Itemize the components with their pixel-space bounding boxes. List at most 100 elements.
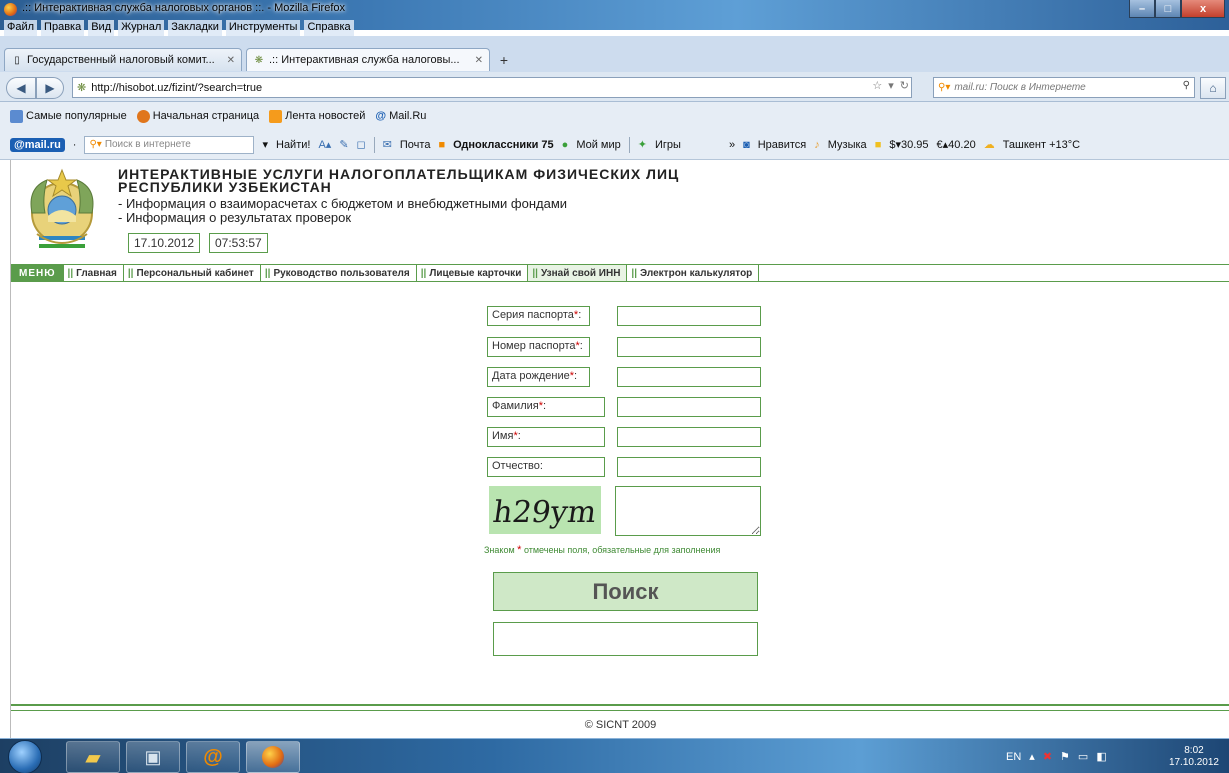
passport-number-input[interactable] <box>617 337 761 357</box>
bookmark-mailru[interactable]: @ Mail.Ru <box>375 110 426 122</box>
mailru-search-icon: ⚲▾ <box>89 139 102 150</box>
captcha-input[interactable] <box>615 486 761 536</box>
close-icon[interactable]: ✕ <box>227 55 235 66</box>
search-box[interactable]: ⚲▾ mail.ru: Поиск в Интернете ⚲ <box>933 77 1195 98</box>
menu-item-label: Электрон калькулятор <box>640 267 753 279</box>
birth-date-input[interactable] <box>617 367 761 387</box>
result-box <box>493 622 758 656</box>
home-icon: ⌂ <box>1209 81 1217 95</box>
overflow-chevron-icon[interactable]: » <box>729 139 735 151</box>
inn-search-form: Серия паспорта*: Номер паспорта*: Дата р… <box>11 282 1229 706</box>
taskbar-mailru-agent[interactable]: @ <box>186 741 240 773</box>
menu-item-find-inn[interactable]: || Узнай свой ИНН <box>528 265 628 281</box>
bookmark-start-page[interactable]: Начальная страница <box>136 109 260 123</box>
network-icon[interactable]: ▭ <box>1078 750 1088 763</box>
weather-icon: ☁ <box>983 139 995 151</box>
close-button[interactable]: x <box>1181 0 1225 18</box>
page-icon: ▯ <box>14 54 20 66</box>
patronymic-input[interactable] <box>617 457 761 477</box>
name-input[interactable] <box>617 427 761 447</box>
clock[interactable]: 8:02 17.10.2012 <box>1169 745 1219 769</box>
forward-button[interactable]: ▶ <box>36 77 64 99</box>
copyright-text: © SICNT 2009 <box>584 718 657 731</box>
firefox-icon <box>4 3 17 16</box>
odnoklassniki-icon: ■ <box>438 138 446 151</box>
dropdown-icon[interactable]: ▾ <box>888 79 894 92</box>
menu-file[interactable]: Файл <box>4 20 38 36</box>
taskbar-firefox[interactable] <box>246 741 300 773</box>
magnifier-icon[interactable]: ⚲ <box>1183 80 1190 91</box>
eur-rate[interactable]: €▴40.20 <box>937 138 976 151</box>
passport-series-input[interactable] <box>617 306 761 326</box>
url-bar[interactable]: ❋ http://hisobot.uz/fizint/?search=true … <box>72 77 912 98</box>
minimize-button[interactable]: – <box>1129 0 1155 18</box>
surname-input[interactable] <box>617 397 761 417</box>
mailru-search-input[interactable]: ⚲▾ Поиск в интернете <box>84 135 255 154</box>
find-button[interactable]: Найти! <box>276 139 310 151</box>
tab-label: Государственный налоговый комит... <box>27 54 215 66</box>
start-button[interactable] <box>8 740 42 773</box>
taskbar-explorer[interactable]: ▰ <box>66 741 120 773</box>
menu-item-personal-cards[interactable]: || Лицевые карточки <box>417 265 529 281</box>
bookmark-icon <box>10 109 23 123</box>
menu-tools[interactable]: Инструменты <box>225 20 301 36</box>
highlighter-icon[interactable]: ✎ <box>339 138 348 151</box>
current-time: 07:53:57 <box>209 233 268 253</box>
show-hidden-icons-icon[interactable]: ▴ <box>1029 750 1035 763</box>
page-content: ИНТЕРАКТИВНЫЕ УСЛУГИ НАЛОГОПЛАТЕЛЬЩИКАМ … <box>10 160 1229 738</box>
weather-link[interactable]: Ташкент +13°C <box>1003 139 1080 151</box>
back-button[interactable]: ◀ <box>6 77 36 99</box>
odnoklassniki-link[interactable]: Одноклассники 75 <box>453 139 554 151</box>
clock-time: 8:02 <box>1184 744 1204 756</box>
bookmark-news-feed[interactable]: Лента новостей <box>269 109 365 123</box>
games-link[interactable]: Игры <box>655 139 681 151</box>
tab-tax-committee[interactable]: ▯ Государственный налоговый комит... ✕ <box>4 48 242 71</box>
menu-item-label: Персональный кабинет <box>136 267 254 279</box>
menu-item-home[interactable]: || Главная <box>64 265 124 281</box>
volume-icon[interactable]: ◧ <box>1096 750 1106 763</box>
mailru-logo[interactable]: @mail.ru <box>10 137 65 152</box>
star-icon[interactable]: ☆ <box>872 79 882 92</box>
at-icon: @ <box>203 745 223 768</box>
search-button[interactable]: Поиск <box>493 572 758 611</box>
menubar: Файл Правка Вид Журнал Закладки Инструме… <box>0 20 354 36</box>
close-icon[interactable]: ✕ <box>475 55 483 66</box>
antivirus-icon[interactable]: ✖ <box>1043 750 1052 763</box>
surname-label: Фамилия*: <box>487 397 605 417</box>
menu-item-user-guide[interactable]: || Руководство пользователя <box>261 265 417 281</box>
bookmark-label: Начальная страница <box>152 110 260 122</box>
music-link[interactable]: Музыка <box>828 139 867 151</box>
site-description-line: - Информация о взаиморасчетах с бюджетом… <box>118 196 568 211</box>
menu-item-calculator[interactable]: || Электрон калькулятор <box>627 265 760 281</box>
window-title: .:: Интерактивная служба налоговых орган… <box>22 2 345 14</box>
tab-interactive-service[interactable]: ❋ .:: Интерактивная служба налоговы... ✕ <box>246 48 490 71</box>
menu-item-personal-cabinet[interactable]: || Персональный кабинет <box>124 265 261 281</box>
action-center-icon[interactable]: ⚑ <box>1060 750 1070 763</box>
text-size-icon[interactable]: A▴ <box>318 138 331 151</box>
mail-link[interactable]: Почта <box>400 139 431 151</box>
patronymic-label: Отчество: <box>487 457 605 477</box>
taskbar-computer[interactable]: ▣ <box>126 741 180 773</box>
menu-help[interactable]: Справка <box>304 20 354 36</box>
home-button[interactable]: ⌂ <box>1200 77 1226 99</box>
menu-view[interactable]: Вид <box>88 20 115 36</box>
new-tab-button[interactable]: + <box>494 50 514 70</box>
menu-history[interactable]: Журнал <box>118 20 165 36</box>
maximize-button[interactable]: □ <box>1155 0 1181 18</box>
language-indicator[interactable]: EN <box>1006 751 1021 763</box>
reload-icon[interactable]: ↻ <box>900 79 909 92</box>
site-title: ИНТЕРАКТИВНЫЕ УСЛУГИ НАЛОГОПЛАТЕЛЬЩИКАМ … <box>118 167 679 194</box>
menu-bookmarks[interactable]: Закладки <box>168 20 222 36</box>
dropdown-icon[interactable]: ▾ <box>262 138 268 151</box>
computer-icon: ▣ <box>144 746 162 767</box>
menu-edit[interactable]: Правка <box>41 20 85 36</box>
my-world-link[interactable]: Мой мир <box>576 139 620 151</box>
tab-strip: ▯ Государственный налоговый комит... ✕ ❋… <box>0 36 1229 72</box>
like-link[interactable]: Нравится <box>758 139 807 151</box>
page-zoom-icon[interactable]: ◻ <box>357 138 366 151</box>
usd-rate[interactable]: $▾30.95 <box>889 138 928 151</box>
rss-icon <box>269 109 283 123</box>
bookmark-most-popular[interactable]: Самые популярные <box>10 109 127 123</box>
captcha-text: h29ym <box>491 495 599 530</box>
back-arrow-icon: ◀ <box>16 81 26 95</box>
